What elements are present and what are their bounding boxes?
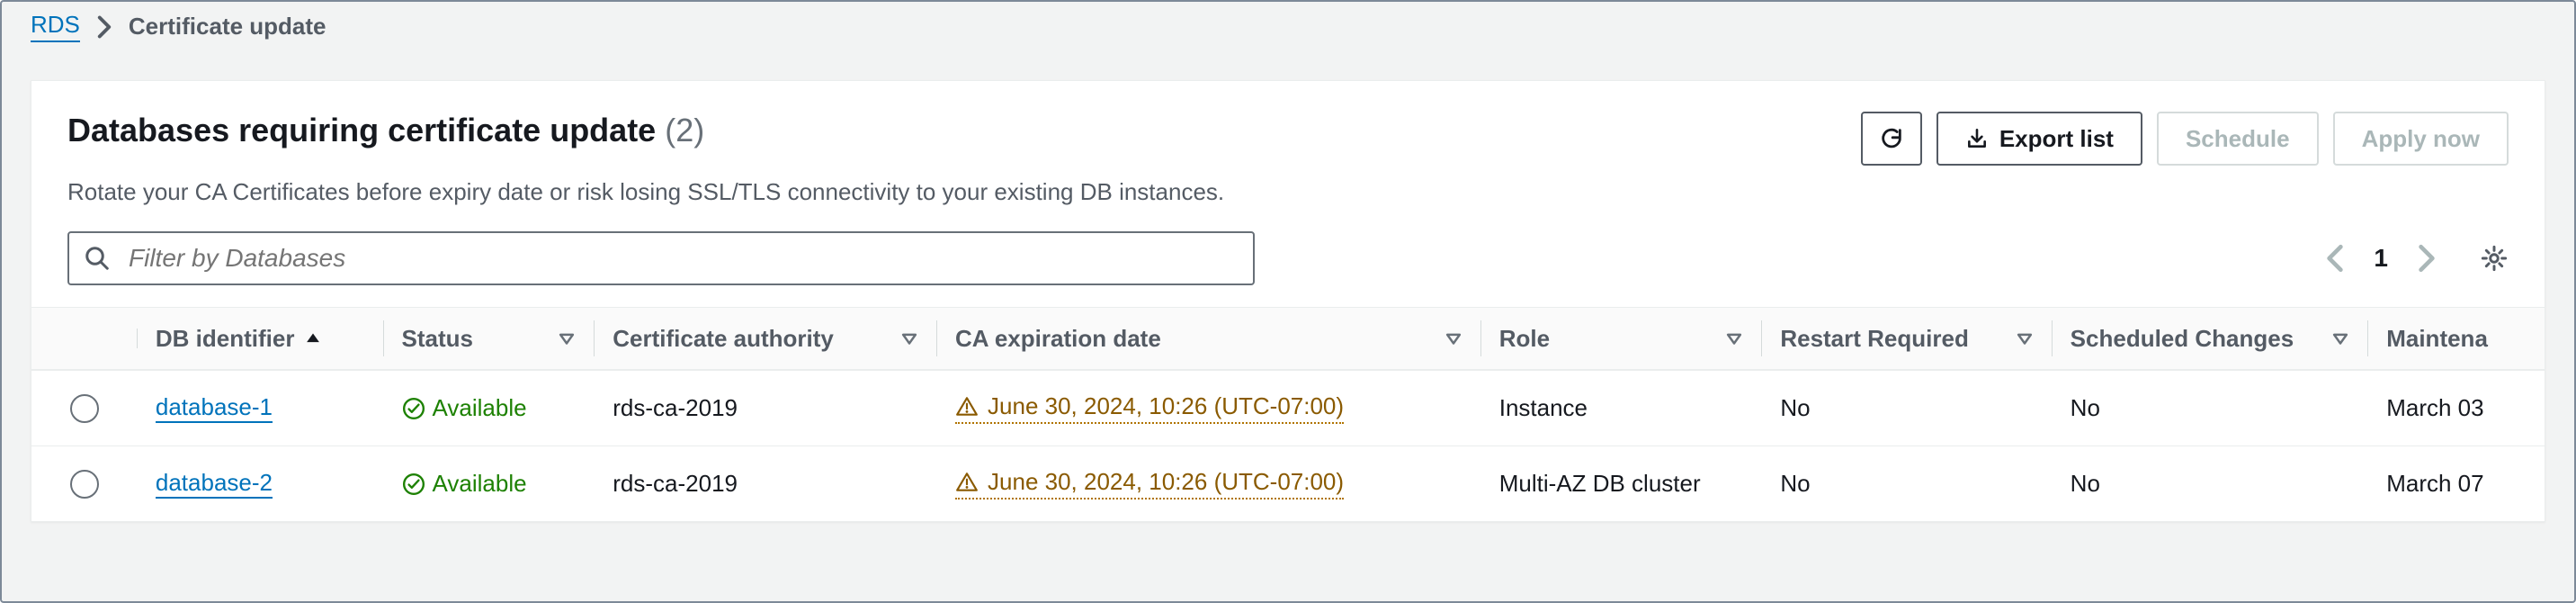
export-list-button[interactable]: Export list [1936,112,2142,166]
col-exp-label: CA expiration date [955,325,1161,353]
status-cell: Available [384,454,595,514]
schedule-button[interactable]: Schedule [2157,112,2319,166]
download-icon [1965,127,1989,150]
status-text: Available [433,394,527,422]
scheduled-cell: No [2053,454,2369,514]
settings-button[interactable] [2480,244,2509,273]
search-wrap [67,231,1255,285]
row-select-radio[interactable] [70,394,99,423]
col-restart-required[interactable]: Restart Required [1762,309,2052,369]
filter-icon [557,328,577,348]
filter-icon [1444,328,1463,348]
expiration-text: June 30, 2024, 10:26 (UTC-07:00) [988,392,1344,420]
ca-cell: rds-ca-2019 [595,378,937,438]
status-text: Available [433,470,527,498]
export-list-label: Export list [1999,125,2114,153]
col-status[interactable]: Status [384,309,595,369]
certificate-update-panel: Databases requiring certificate update (… [31,80,2545,522]
col-scheduled-changes[interactable]: Scheduled Changes [2053,309,2369,369]
expiration-cell: June 30, 2024, 10:26 (UTC-07:00) [937,376,1481,440]
role-cell: Multi-AZ DB cluster [1481,454,1763,514]
row-select-cell [31,454,138,515]
breadcrumb: RDS Certificate update [2,2,2574,46]
sort-asc-icon [303,328,323,348]
table-row: database-1 Available rds-ca-2019 [31,370,2545,446]
panel-title: Databases requiring certificate update [67,112,656,149]
panel-header: Databases requiring certificate update (… [31,81,2545,166]
db-identifier-cell: database-1 [138,377,384,439]
pager-prev[interactable] [2325,243,2345,274]
refresh-icon [1879,126,1904,151]
row-select-cell [31,378,138,439]
pager-page: 1 [2374,244,2388,273]
panel-count: (2) [665,112,704,149]
expiration-cell: June 30, 2024, 10:26 (UTC-07:00) [937,452,1481,516]
db-identifier-cell: database-2 [138,453,384,515]
restart-cell: No [1762,454,2052,514]
breadcrumb-root-link[interactable]: RDS [31,11,80,42]
db-identifier-link[interactable]: database-2 [156,469,273,499]
databases-table: DB identifier Status Certificate authori… [31,307,2545,521]
filter-icon [1724,328,1744,348]
page-frame: RDS Certificate update Databases requiri… [0,0,2576,603]
maintenance-cell: March 03 [2368,378,2545,438]
scheduled-cell: No [2053,378,2369,438]
col-sched-label: Scheduled Changes [2071,325,2294,353]
pager: 1 [2325,243,2509,274]
expiration-warning[interactable]: June 30, 2024, 10:26 (UTC-07:00) [955,392,1344,424]
panel-description: Rotate your CA Certificates before expir… [31,166,2545,206]
col-ca-label: Certificate authority [613,325,834,353]
breadcrumb-current: Certificate update [129,13,326,40]
warning-icon [955,395,979,418]
check-circle-icon [402,472,425,496]
warning-icon [955,471,979,494]
col-maintenance[interactable]: Maintena [2368,309,2545,369]
col-role[interactable]: Role [1481,309,1763,369]
filter-icon [2015,328,2035,348]
select-all-header [31,322,138,355]
table-toolbar: 1 [31,206,2545,307]
filter-icon [2330,328,2350,348]
status-badge: Available [402,394,527,422]
apply-now-button[interactable]: Apply now [2333,112,2509,166]
col-restart-label: Restart Required [1780,325,1969,353]
filter-input[interactable] [67,231,1255,285]
role-cell: Instance [1481,378,1763,438]
pager-next[interactable] [2417,243,2437,274]
gear-icon [2480,244,2509,273]
col-role-label: Role [1499,325,1550,353]
col-db-identifier-label: DB identifier [156,325,295,353]
col-maint-label: Maintena [2386,325,2488,353]
col-status-label: Status [402,325,473,353]
chevron-right-icon [96,14,112,40]
header-actions: Export list Schedule Apply now [1861,112,2509,166]
filter-icon [899,328,919,348]
table-row: database-2 Available rds-ca-2019 [31,446,2545,521]
row-select-radio[interactable] [70,470,99,499]
schedule-label: Schedule [2186,125,2290,153]
table-header-row: DB identifier Status Certificate authori… [31,307,2545,370]
col-certificate-authority[interactable]: Certificate authority [595,309,937,369]
col-ca-expiration[interactable]: CA expiration date [937,309,1481,369]
maintenance-cell: March 07 [2368,454,2545,514]
check-circle-icon [402,397,425,420]
col-db-identifier[interactable]: DB identifier [138,309,384,369]
search-icon [84,245,111,272]
expiration-text: June 30, 2024, 10:26 (UTC-07:00) [988,468,1344,496]
restart-cell: No [1762,378,2052,438]
status-badge: Available [402,470,527,498]
db-identifier-link[interactable]: database-1 [156,393,273,423]
refresh-button[interactable] [1861,112,1922,166]
expiration-warning[interactable]: June 30, 2024, 10:26 (UTC-07:00) [955,468,1344,500]
apply-now-label: Apply now [2362,125,2480,153]
ca-cell: rds-ca-2019 [595,454,937,514]
status-cell: Available [384,378,595,438]
